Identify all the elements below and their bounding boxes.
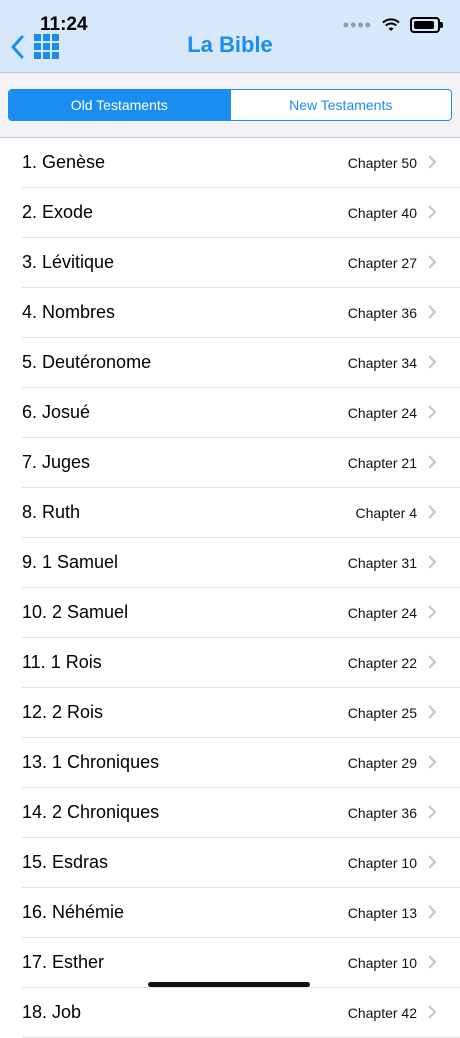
list-item[interactable]: 6. Josué Chapter 24	[22, 388, 460, 438]
chevron-right-icon	[428, 455, 437, 469]
chevron-right-icon	[428, 205, 437, 219]
chevron-right-icon	[428, 955, 437, 969]
chapter-count: Chapter 4	[355, 504, 417, 521]
list-item[interactable]: 14. 2 Chroniques Chapter 36	[22, 788, 460, 838]
list-item[interactable]: 4. Nombres Chapter 36	[22, 288, 460, 338]
book-name: 2. Exode	[22, 202, 94, 222]
wifi-icon	[382, 18, 400, 31]
testament-segmented-control: Old Testaments New Testaments	[8, 89, 452, 121]
chapter-count: Chapter 31	[347, 554, 417, 571]
chevron-right-icon	[428, 705, 437, 719]
book-name: 13. 1 Chroniques	[22, 752, 160, 772]
book-name: 10. 2 Samuel	[22, 602, 129, 622]
chapter-count: Chapter 50	[347, 154, 417, 171]
list-item[interactable]: 8. Ruth Chapter 4	[22, 488, 460, 538]
chapter-count: Chapter 36	[347, 304, 417, 321]
book-name: 5. Deutéronome	[22, 352, 152, 372]
chapter-count: Chapter 29	[347, 754, 417, 771]
chapter-count: Chapter 36	[347, 804, 417, 821]
book-name: 11. 1 Rois	[22, 652, 102, 672]
book-list: 1. Genèse Chapter 50 2. Exode Chapter 40…	[0, 138, 460, 1038]
book-name: 14. 2 Chroniques	[22, 802, 160, 822]
chapter-count: Chapter 24	[347, 604, 417, 621]
page-title: La Bible	[187, 32, 273, 57]
list-item[interactable]: 11. 1 Rois Chapter 22	[22, 638, 460, 688]
book-name: 4. Nombres	[22, 302, 116, 322]
list-item[interactable]: 13. 1 Chroniques Chapter 29	[22, 738, 460, 788]
book-name: 18. Job	[22, 1002, 82, 1022]
chevron-right-icon	[428, 855, 437, 869]
chevron-right-icon	[428, 305, 437, 319]
chapter-count: Chapter 10	[347, 854, 417, 871]
chapter-count: Chapter 27	[347, 254, 417, 271]
book-name: 1. Genèse	[22, 152, 106, 172]
book-name: 16. Néhémie	[22, 902, 125, 922]
chapter-count: Chapter 24	[347, 404, 417, 421]
list-item[interactable]: 16. Néhémie Chapter 13	[22, 888, 460, 938]
battery-icon	[410, 17, 443, 33]
chapter-count: Chapter 42	[347, 1004, 417, 1021]
chapter-count: Chapter 21	[347, 454, 417, 471]
chevron-right-icon	[428, 405, 437, 419]
chevron-right-icon	[428, 355, 437, 369]
list-item[interactable]: 7. Juges Chapter 21	[22, 438, 460, 488]
book-name: 12. 2 Rois	[22, 702, 104, 722]
list-item[interactable]: 15. Esdras Chapter 10	[22, 838, 460, 888]
chevron-right-icon	[428, 505, 437, 519]
chevron-right-icon	[428, 1005, 437, 1019]
chapter-count: Chapter 13	[347, 904, 417, 921]
book-name: 17. Esther	[22, 952, 105, 972]
chevron-right-icon	[428, 555, 437, 569]
list-item[interactable]: 9. 1 Samuel Chapter 31	[22, 538, 460, 588]
list-item[interactable]: 1. Genèse Chapter 50	[22, 138, 460, 188]
home-indicator[interactable]	[148, 982, 310, 987]
chevron-right-icon	[428, 155, 437, 169]
chapter-count: Chapter 25	[347, 704, 417, 721]
tab-old-testaments[interactable]: Old Testaments	[9, 90, 230, 120]
list-item[interactable]: 5. Deutéronome Chapter 34	[22, 338, 460, 388]
chevron-right-icon	[428, 655, 437, 669]
book-name: 15. Esdras	[22, 852, 109, 872]
list-item[interactable]: 10. 2 Samuel Chapter 24	[22, 588, 460, 638]
segmented-control-bar: Old Testaments New Testaments	[0, 73, 460, 138]
chapter-count: Chapter 34	[347, 354, 417, 371]
tab-new-testaments[interactable]: New Testaments	[229, 90, 452, 120]
list-item[interactable]: 2. Exode Chapter 40	[22, 188, 460, 238]
navigation-bar: 11:24 •••• La Bible	[0, 0, 460, 73]
book-name: 7. Juges	[22, 452, 91, 472]
chevron-right-icon	[428, 605, 437, 619]
book-name: 8. Ruth	[22, 502, 81, 522]
book-name: 6. Josué	[22, 402, 91, 422]
chapter-count: Chapter 22	[347, 654, 417, 671]
chapter-count: Chapter 40	[347, 204, 417, 221]
chapter-count: Chapter 10	[347, 954, 417, 971]
list-item[interactable]: 3. Lévitique Chapter 27	[22, 238, 460, 288]
chevron-right-icon	[428, 905, 437, 919]
chevron-right-icon	[428, 255, 437, 269]
book-name: 9. 1 Samuel	[22, 552, 119, 572]
list-item[interactable]: 17. Esther Chapter 10	[22, 938, 460, 988]
chevron-right-icon	[428, 805, 437, 819]
chevron-right-icon	[428, 755, 437, 769]
book-name: 3. Lévitique	[22, 252, 115, 272]
list-item[interactable]: 12. 2 Rois Chapter 25	[22, 688, 460, 738]
